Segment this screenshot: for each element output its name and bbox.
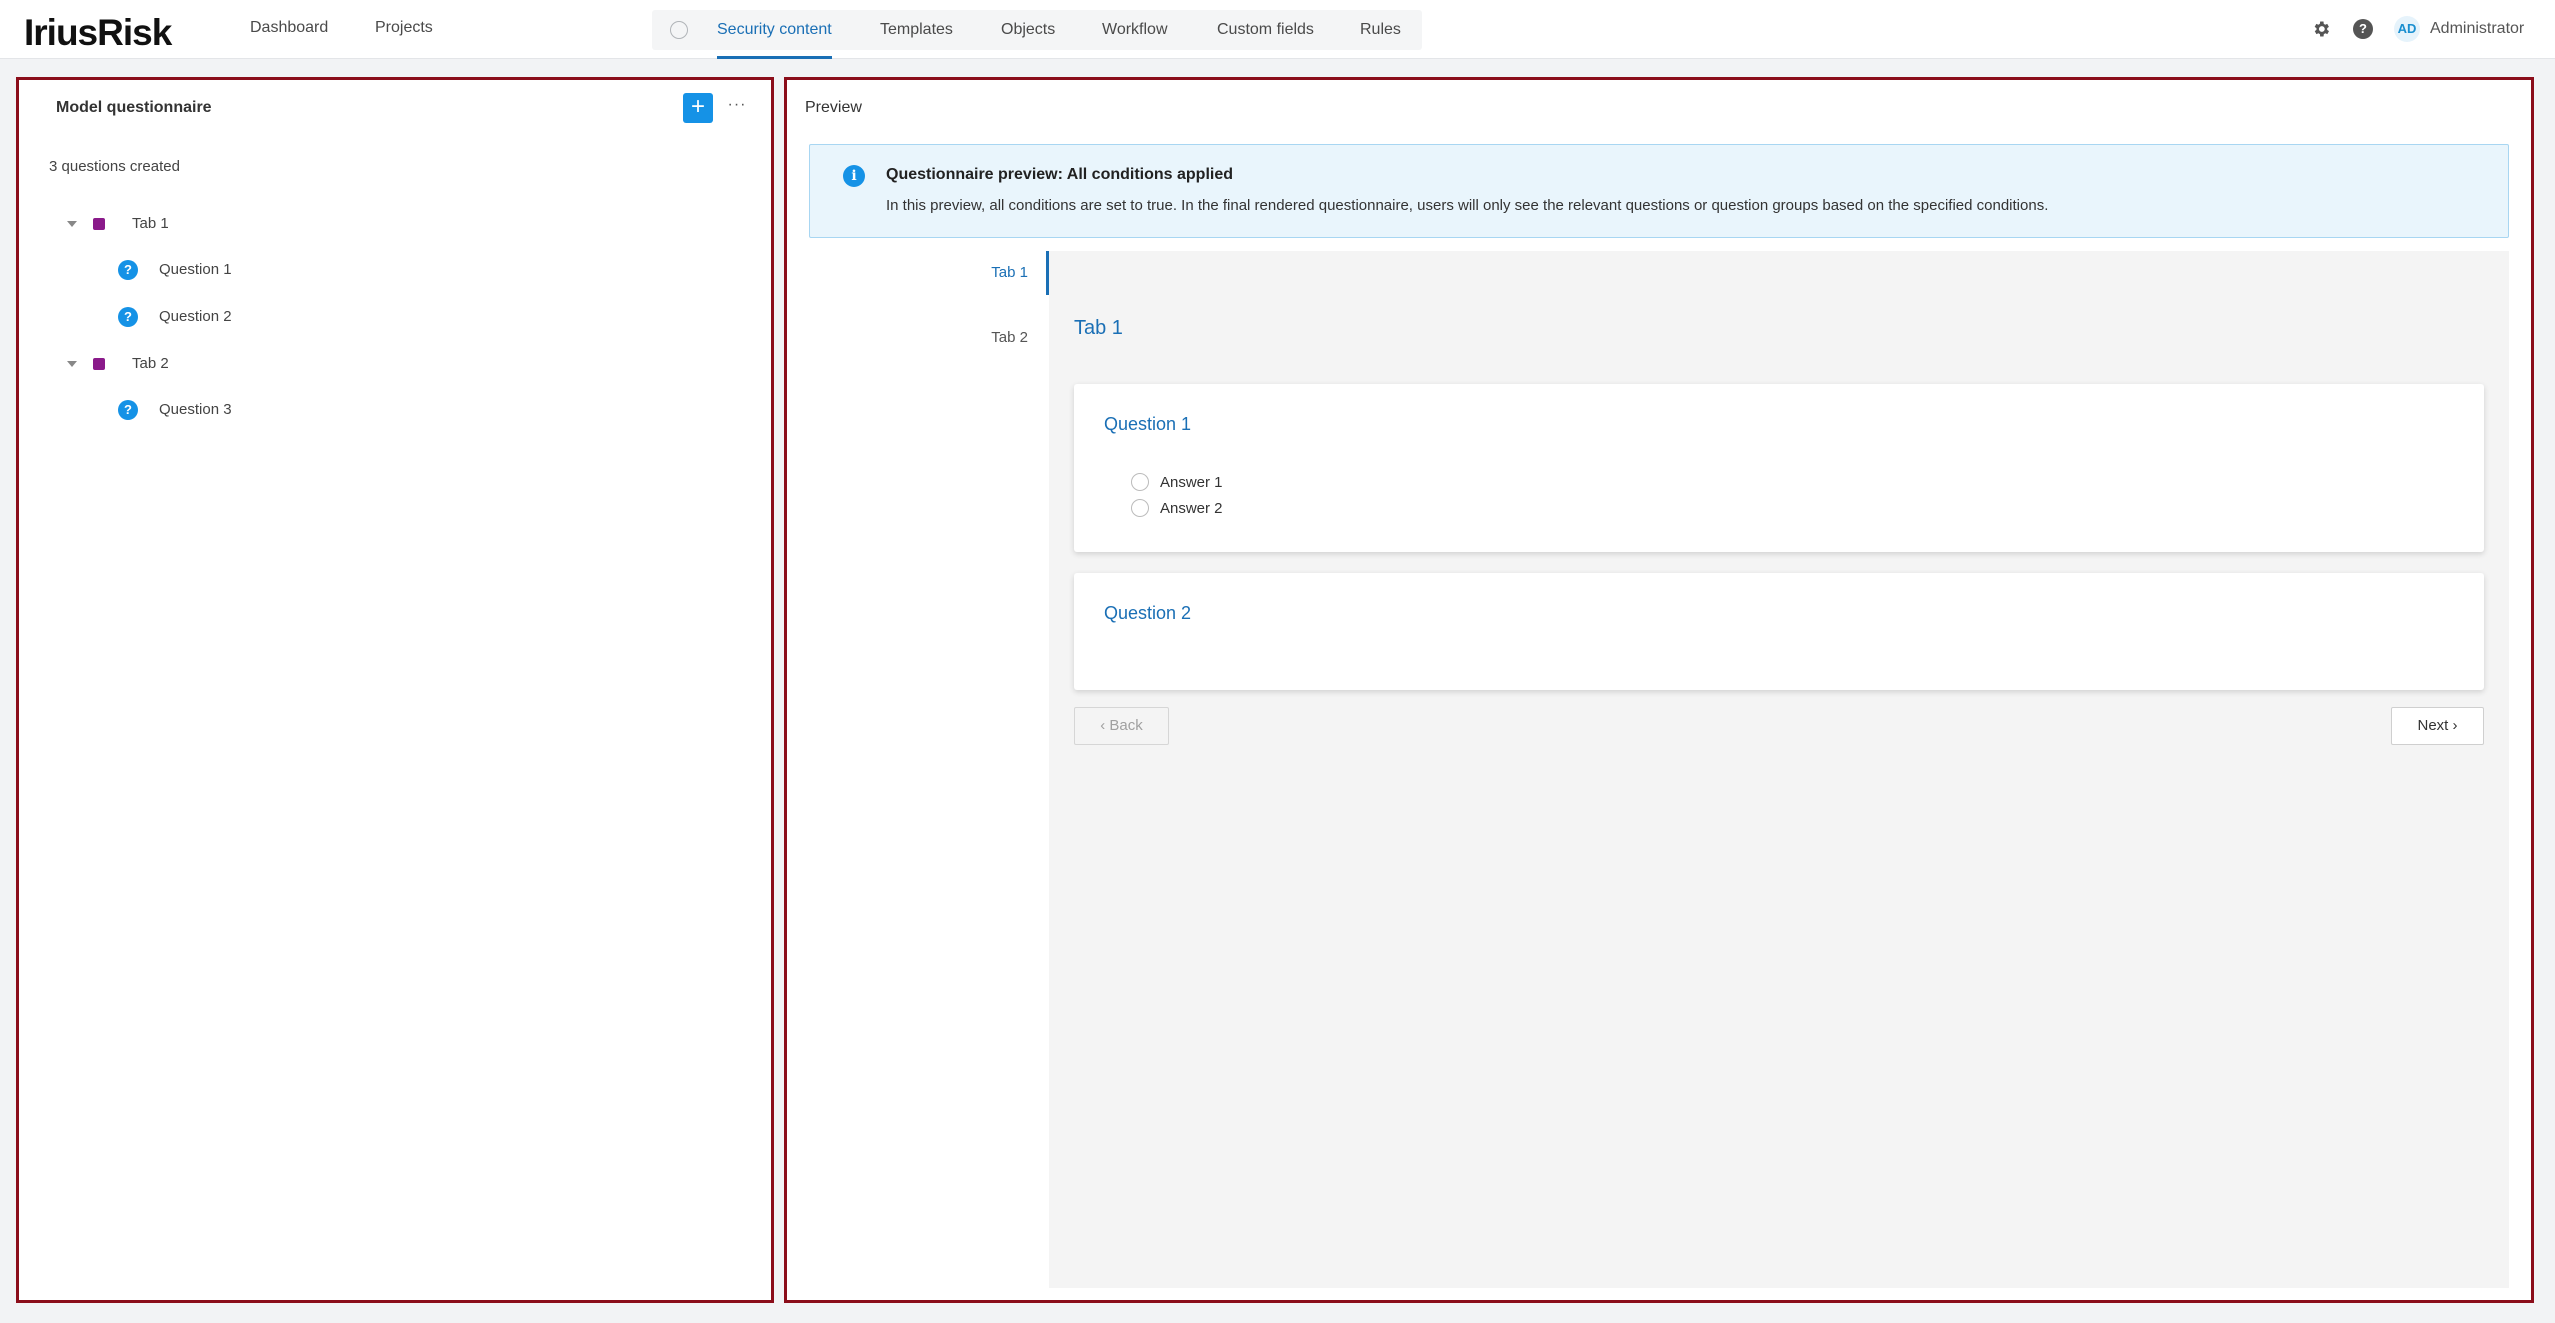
collapse-caret-icon[interactable] — [67, 361, 77, 367]
answer-2-radio[interactable] — [1131, 499, 1149, 517]
preview-title: Preview — [805, 99, 862, 116]
question-count: 3 questions created — [49, 158, 180, 175]
tab-heading: Tab 1 — [1074, 317, 1123, 339]
questionnaire-preview: Tab 1 Tab 2 Tab 1 Question 1 Answer 1 An… — [809, 251, 2509, 1288]
answer-label[interactable]: Answer 2 — [1160, 500, 1223, 517]
avatar[interactable]: AD — [2394, 16, 2420, 42]
question-title: Question 1 — [1104, 414, 1192, 434]
nav-dashboard[interactable]: Dashboard — [250, 19, 328, 37]
user-name[interactable]: Administrator — [2430, 20, 2524, 38]
question-icon: ? — [118, 260, 138, 280]
tree-item-tab-2[interactable]: Tab 2 — [132, 355, 169, 372]
gear-icon[interactable] — [2311, 19, 2331, 39]
answer-label[interactable]: Answer 1 — [1160, 474, 1223, 491]
panel-title: Model questionnaire — [56, 99, 212, 116]
info-body: In this preview, all conditions are set … — [886, 197, 2049, 214]
info-title: Questionnaire preview: All conditions ap… — [886, 166, 1234, 183]
next-label: Next — [2417, 717, 2449, 734]
info-icon: i — [843, 165, 865, 187]
nav-security-content[interactable]: Security content — [717, 21, 832, 39]
question-card: Question 1 Answer 1 Answer 2 — [1074, 384, 2484, 552]
app-logo[interactable]: IriusRisk — [24, 12, 172, 54]
content-nav-group: Security content Templates Objects Workf… — [652, 10, 1422, 59]
active-nav-indicator — [717, 56, 832, 59]
question-icon: ? — [118, 307, 138, 327]
nav-workflow[interactable]: Workflow — [1102, 21, 1168, 39]
answer-1-radio[interactable] — [1131, 473, 1149, 491]
questionnaire-tree-panel: Model questionnaire + ··· 3 questions cr… — [16, 77, 774, 1303]
back-button[interactable]: ‹ Back — [1074, 707, 1169, 745]
preview-tab-1[interactable]: Tab 1 — [991, 264, 1028, 281]
logo-text: IriusRisk — [24, 12, 172, 53]
add-button[interactable]: + — [683, 93, 713, 123]
next-button[interactable]: Next › — [2391, 707, 2484, 745]
tree-item-tab-1[interactable]: Tab 1 — [132, 215, 169, 232]
question-title: Question 2 — [1104, 603, 1192, 623]
nav-rules[interactable]: Rules — [1360, 21, 1401, 39]
top-navigation-bar: IriusRisk Dashboard Projects Security co… — [0, 0, 2555, 59]
question-card: Question 2 — [1074, 573, 2484, 690]
nav-custom-fields[interactable]: Custom fields — [1217, 21, 1314, 39]
collapse-caret-icon[interactable] — [67, 221, 77, 227]
back-label: Back — [1109, 717, 1143, 734]
help-icon[interactable]: ? — [2353, 19, 2373, 39]
tab-marker-icon — [93, 218, 105, 230]
status-circle-icon — [670, 21, 688, 39]
preview-tab-2[interactable]: Tab 2 — [991, 329, 1028, 346]
preview-content: Tab 1 Question 1 Answer 1 Answer 2 Quest… — [1049, 251, 2509, 1288]
tree-item-question-3[interactable]: Question 3 — [159, 401, 232, 418]
nav-templates[interactable]: Templates — [880, 21, 953, 39]
preview-panel: Preview i Questionnaire preview: All con… — [784, 77, 2534, 1303]
preview-tab-list: Tab 1 Tab 2 — [809, 251, 1049, 1288]
tree-item-question-1[interactable]: Question 1 — [159, 261, 232, 278]
tree-item-question-2[interactable]: Question 2 — [159, 308, 232, 325]
more-options-button[interactable]: ··· — [725, 91, 749, 121]
info-banner: i Questionnaire preview: All conditions … — [809, 144, 2509, 238]
tab-marker-icon — [93, 358, 105, 370]
nav-objects[interactable]: Objects — [1001, 21, 1055, 39]
nav-projects[interactable]: Projects — [375, 19, 433, 37]
chevron-right-icon: › — [2448, 717, 2458, 734]
question-icon: ? — [118, 400, 138, 420]
